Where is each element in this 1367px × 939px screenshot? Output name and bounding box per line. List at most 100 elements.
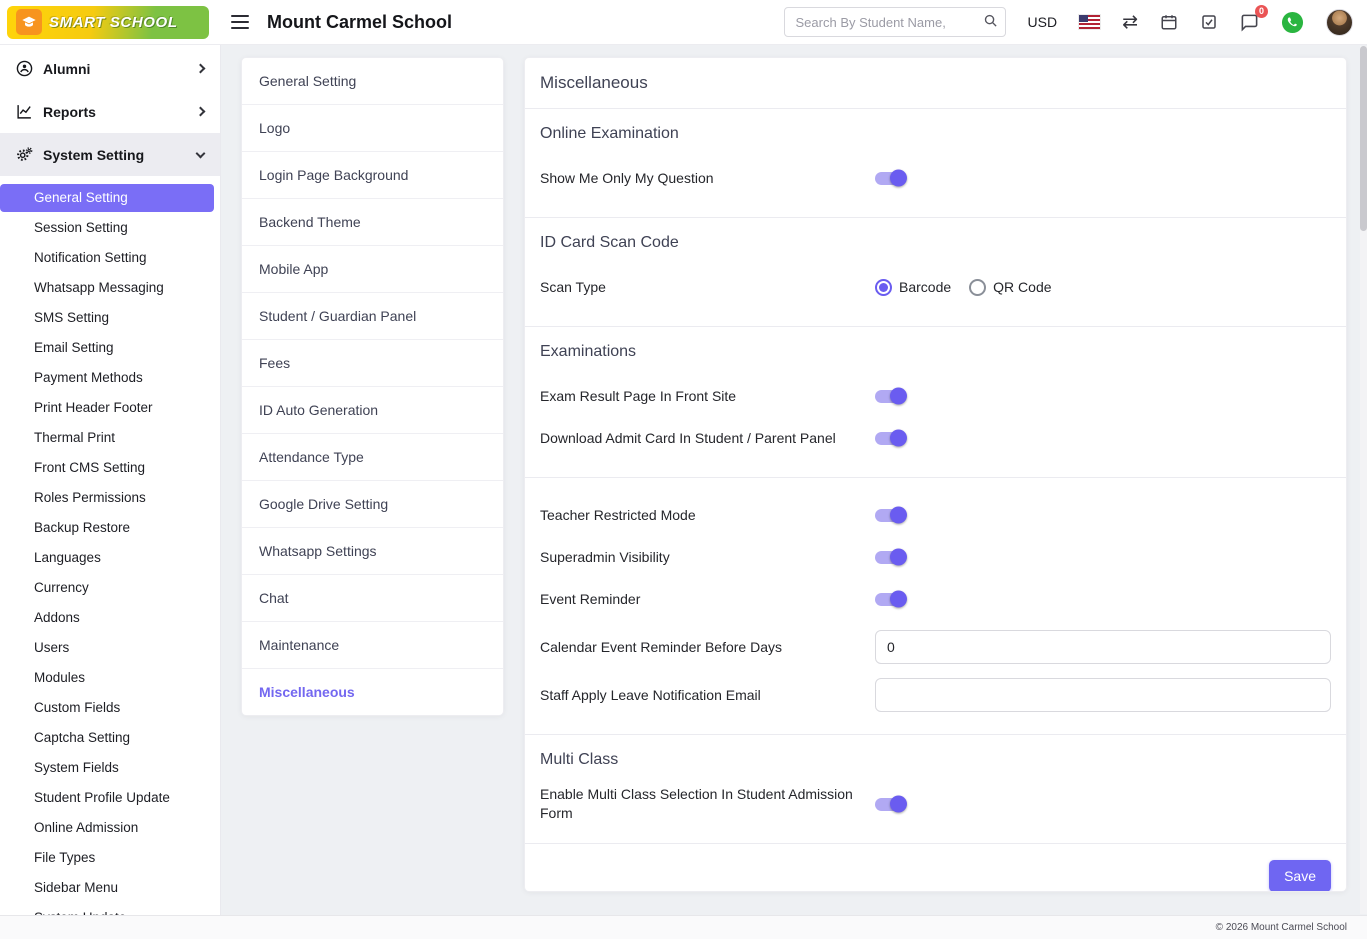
- miscellaneous-panel: Miscellaneous Online Examination Show Me…: [524, 57, 1347, 892]
- whatsapp-icon[interactable]: [1281, 11, 1304, 34]
- sidebar-item-alumni[interactable]: Alumni: [0, 47, 220, 90]
- sidebar-subitem[interactable]: Front CMS Setting: [0, 454, 214, 482]
- sidebar-subitem[interactable]: Online Admission: [0, 814, 214, 842]
- scrollbar-thumb[interactable]: [1360, 46, 1367, 231]
- setting-label: Superadmin Visibility: [540, 548, 875, 567]
- settings-tab[interactable]: Student / Guardian Panel: [242, 293, 503, 340]
- sidebar-subitem[interactable]: Email Setting: [0, 334, 214, 362]
- sidebar-subitem[interactable]: Print Header Footer: [0, 394, 214, 422]
- chevron-right-icon: [196, 64, 206, 74]
- reports-icon: [16, 103, 33, 120]
- sidebar-subitem[interactable]: Session Setting: [0, 214, 214, 242]
- calendar-event-reminder-input[interactable]: [875, 630, 1331, 664]
- sidebar-item-reports[interactable]: Reports: [0, 90, 220, 133]
- save-button[interactable]: Save: [1269, 860, 1331, 892]
- section-multi-class: Multi Class Enable Multi Class Selection…: [525, 735, 1346, 844]
- tasks-icon[interactable]: [1200, 13, 1218, 31]
- sidebar-subitem[interactable]: Modules: [0, 664, 214, 692]
- sidebar-subitem[interactable]: Captcha Setting: [0, 724, 214, 752]
- setting-toggle[interactable]: [875, 593, 905, 606]
- sidebar-subitem[interactable]: Roles Permissions: [0, 484, 214, 512]
- settings-tab[interactable]: Chat: [242, 575, 503, 622]
- setting-toggle[interactable]: [875, 432, 905, 445]
- settings-tab[interactable]: General Setting: [242, 58, 503, 105]
- settings-tab[interactable]: Fees: [242, 340, 503, 387]
- search-input[interactable]: [784, 7, 1006, 37]
- setting-row: Scan Type Barcode QR Code: [540, 266, 1331, 308]
- settings-tab[interactable]: Miscellaneous: [242, 669, 503, 715]
- settings-tab[interactable]: Backend Theme: [242, 199, 503, 246]
- sidebar-subitem[interactable]: Custom Fields: [0, 694, 214, 722]
- radio-dot: [969, 279, 986, 296]
- staff-apply-leave-email-input[interactable]: [875, 678, 1331, 712]
- chevron-down-icon: [196, 148, 206, 158]
- brand-logo[interactable]: SMART SCHOOL: [7, 6, 209, 39]
- search-icon[interactable]: [983, 13, 998, 28]
- sidebar-subitem[interactable]: System Fields: [0, 754, 214, 782]
- radio-dot: [875, 279, 892, 296]
- avatar[interactable]: [1326, 9, 1353, 36]
- language-flag-icon[interactable]: [1079, 15, 1100, 29]
- setting-row: Event Reminder: [540, 578, 1331, 620]
- settings-tab[interactable]: Logo: [242, 105, 503, 152]
- calendar-icon[interactable]: [1160, 13, 1178, 31]
- setting-label: Enable Multi Class Selection In Student …: [540, 785, 875, 823]
- panel-title: Miscellaneous: [525, 58, 1346, 109]
- sidebar: Alumni Reports System: [0, 45, 221, 915]
- setting-row: Superadmin Visibility: [540, 536, 1331, 578]
- sidebar-subitem[interactable]: Whatsapp Messaging: [0, 274, 214, 302]
- settings-tab[interactable]: Mobile App: [242, 246, 503, 293]
- show-me-only-my-question-toggle[interactable]: [875, 172, 905, 185]
- settings-tab[interactable]: Maintenance: [242, 622, 503, 669]
- sidebar-subitem[interactable]: File Types: [0, 844, 214, 872]
- sidebar-subitem[interactable]: Users: [0, 634, 214, 662]
- brand-icon: [16, 9, 42, 35]
- setting-label: Calendar Event Reminder Before Days: [540, 638, 875, 657]
- sidebar-subitem[interactable]: Currency: [0, 574, 214, 602]
- sidebar-subitem[interactable]: Payment Methods: [0, 364, 214, 392]
- scan-type-radio-group: Barcode QR Code: [875, 279, 1331, 296]
- sidebar-item-system-setting[interactable]: System Setting: [0, 133, 220, 176]
- toggle-knob: [890, 170, 907, 187]
- sidebar-toggle-button[interactable]: [231, 15, 249, 29]
- sidebar-subitem[interactable]: Sidebar Menu: [0, 874, 214, 902]
- setting-label: Download Admit Card In Student / Parent …: [540, 429, 875, 448]
- exchange-icon[interactable]: ⇄: [1122, 13, 1138, 32]
- settings-tab[interactable]: Login Page Background: [242, 152, 503, 199]
- settings-tab[interactable]: Attendance Type: [242, 434, 503, 481]
- setting-row: Calendar Event Reminder Before Days: [540, 626, 1331, 668]
- toggle-knob: [890, 591, 907, 608]
- setting-row: Staff Apply Leave Notification Email: [540, 674, 1331, 716]
- setting-toggle[interactable]: [875, 509, 905, 522]
- toggle-knob: [890, 796, 907, 813]
- multi-class-toggle[interactable]: [875, 798, 905, 811]
- sidebar-subitem[interactable]: Addons: [0, 604, 214, 632]
- panel-footer: Save: [525, 844, 1346, 892]
- settings-tab[interactable]: Google Drive Setting: [242, 481, 503, 528]
- sidebar-subitem[interactable]: Thermal Print: [0, 424, 214, 452]
- settings-tab[interactable]: Whatsapp Settings: [242, 528, 503, 575]
- sidebar-subitem[interactable]: Notification Setting: [0, 244, 214, 272]
- setting-label: Exam Result Page In Front Site: [540, 387, 875, 406]
- sidebar-subitem[interactable]: System Update: [0, 904, 214, 915]
- barcode-radio[interactable]: Barcode: [875, 279, 951, 296]
- setting-row: Show Me Only My Question: [540, 157, 1331, 199]
- scrollbar[interactable]: [1360, 46, 1367, 914]
- qr-code-radio[interactable]: QR Code: [969, 279, 1051, 296]
- toggle-knob: [890, 388, 907, 405]
- page-footer: © 2026 Mount Carmel School: [0, 915, 1367, 939]
- section-heading: Examinations: [540, 343, 1331, 361]
- setting-toggle[interactable]: [875, 390, 905, 403]
- sidebar-subitem[interactable]: Backup Restore: [0, 514, 214, 542]
- currency-selector[interactable]: USD: [1028, 14, 1058, 30]
- sidebar-subitem[interactable]: Student Profile Update: [0, 784, 214, 812]
- chat-icon[interactable]: 0: [1240, 13, 1259, 32]
- sidebar-subitem[interactable]: SMS Setting: [0, 304, 214, 332]
- sidebar-subitem[interactable]: Languages: [0, 544, 214, 572]
- settings-tab[interactable]: ID Auto Generation: [242, 387, 503, 434]
- setting-row: Download Admit Card In Student / Parent …: [540, 417, 1331, 459]
- gears-icon: [16, 146, 33, 163]
- setting-toggle[interactable]: [875, 551, 905, 564]
- sidebar-subitem[interactable]: General Setting: [0, 184, 214, 212]
- setting-row: Enable Multi Class Selection In Student …: [540, 783, 1331, 825]
